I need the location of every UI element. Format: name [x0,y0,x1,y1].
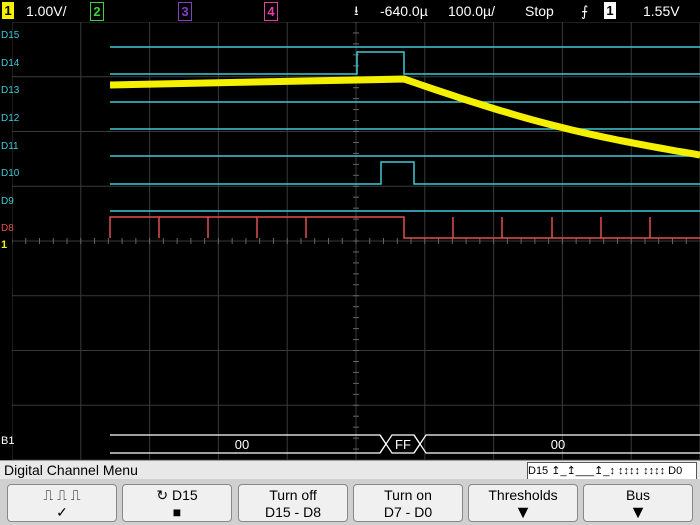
bus-value-2: FF [395,437,411,452]
trigger-source-badge: 1 [604,2,616,19]
softkey-4-line1: Turn on [384,487,432,503]
softkey-2-line1: ↻ D15 [156,487,198,503]
softkey-3-line2: D15 - D8 [264,504,322,520]
check-icon: ✓ [56,504,68,520]
label-d11-left: D11 [1,141,19,152]
label-d15-left: D15 [1,30,20,41]
channel-activity-indicator: D15 ↥_↥___↥_↕ ↕↕↕↕ ↕↕↕↕ D0 [527,462,697,480]
label-d12-left: D12 [1,113,20,124]
softkey-turn-on-d7-d0[interactable]: Turn on D7 - D0 [353,484,463,522]
bus-value-1: 00 [235,437,249,452]
time-scale: 100.0µ/ [448,3,495,19]
waveform-display: 00FF00 D15 D14 D13 D12 D11 D10 D9 D8 [12,22,700,460]
submenu-arrow-icon: ▼ [629,502,647,522]
label-d8-left: D8 [1,223,14,234]
trigger-position-icon: ⭳ [354,3,359,18]
softkey-logic-threshold-select[interactable]: ⎍ ⎍ ⎍ ✓ [7,484,117,522]
time-delay: -640.0µ [380,3,428,19]
softkey-bar: ⎍ ⎍ ⎍ ✓ ↻ D15 ■ Turn off D15 - D8 Turn o… [0,479,700,525]
menu-bar: Digital Channel Menu D15 ↥_↥___↥_↕ ↕↕↕↕ … [0,460,700,480]
channel-1-badge[interactable]: 1 [2,2,14,19]
channel-3-badge[interactable]: 3 [178,2,192,21]
softkey-4-line2: D7 - D0 [383,504,433,520]
softkey-turn-off-d15-d8[interactable]: Turn off D15 - D8 [238,484,348,522]
softkey-3-line1: Turn off [269,487,317,503]
channel-on-checkbox-icon: ■ [172,504,182,520]
softkey-bus[interactable]: Bus ▼ [583,484,693,522]
channel-1-scale: 1.00V/ [26,3,67,19]
trigger-level: 1.55V [643,3,680,19]
label-d14-left: D14 [1,58,20,69]
run-state: Stop [525,3,554,19]
softkey-channel-select[interactable]: ↻ D15 ■ [122,484,232,522]
softkey-thresholds[interactable]: Thresholds ▼ [468,484,578,522]
submenu-arrow-icon: ▼ [514,502,532,522]
label-d10-left: D10 [1,168,20,179]
status-bar: 1 1.00V/ 2 3 4 ⭳ -640.0µ 100.0µ/ Stop ⨍ … [0,0,700,22]
left-label-column: D15 D14 D13 D12 D11 D10 D9 D8 1 B1 [0,22,19,460]
softkey-1-line1: ⎍ ⎍ ⎍ [43,487,81,503]
analog-ground-marker[interactable]: 1 [1,239,7,251]
oscilloscope-display: 1 1.00V/ 2 3 4 ⭳ -640.0µ 100.0µ/ Stop ⨍ … [0,0,700,525]
bus-value-3: 00 [551,437,565,452]
trigger-edge-icon: ⨍ [581,3,589,19]
label-d13-left: D13 [1,85,20,96]
channel-4-badge[interactable]: 4 [264,2,278,21]
bus-label: B1 [1,435,15,447]
channel-2-badge[interactable]: 2 [90,2,104,21]
menu-title: Digital Channel Menu [4,462,138,478]
label-d9-left: D9 [1,196,14,207]
